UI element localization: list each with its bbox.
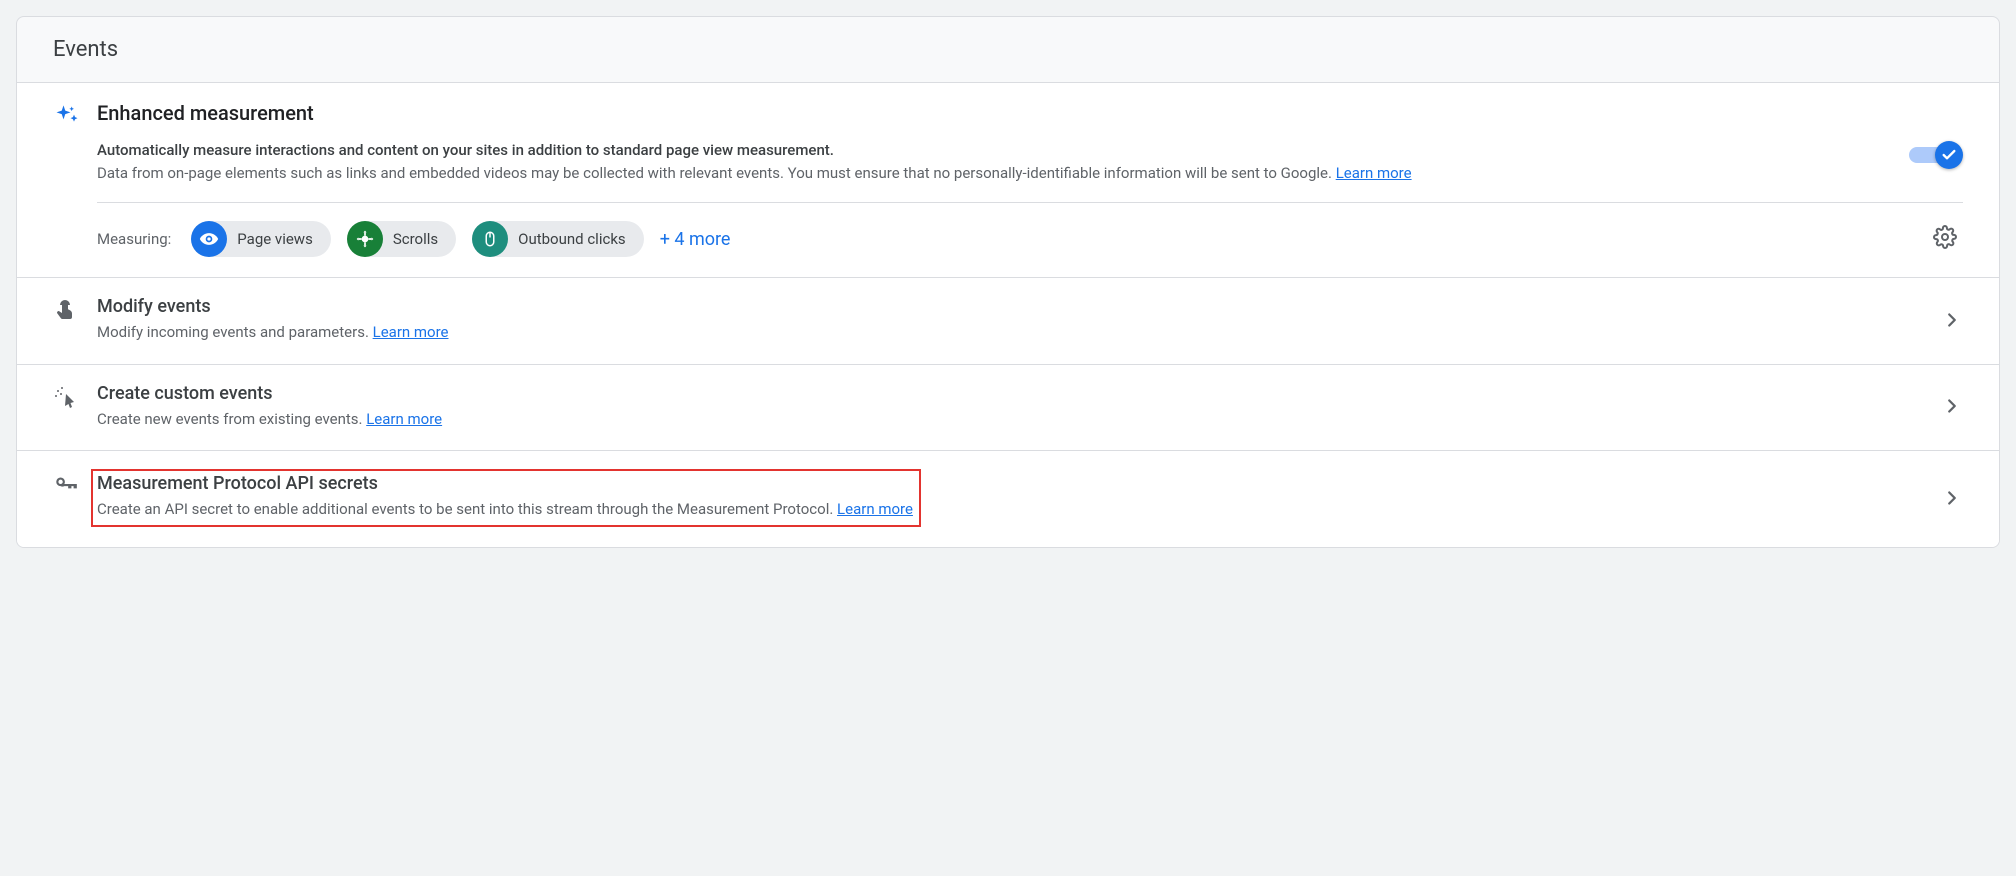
row-measurement-protocol-api-secrets[interactable]: Measurement Protocol API secrets Create … <box>17 451 1999 547</box>
row-modify-events[interactable]: Modify events Modify incoming events and… <box>17 278 1999 365</box>
gear-icon <box>1933 225 1957 249</box>
enhanced-description: Automatically measure interactions and c… <box>97 139 1885 184</box>
highlight-box: Measurement Protocol API secrets Create … <box>91 469 921 527</box>
sparkle-icon <box>53 101 97 131</box>
mouse-icon <box>472 221 508 257</box>
learn-more-link[interactable]: Learn more <box>837 500 913 518</box>
enhanced-title: Enhanced measurement <box>97 101 1885 125</box>
touch-icon <box>53 296 97 322</box>
row-title: Measurement Protocol API secrets <box>97 473 913 494</box>
chevron-right-icon <box>1923 487 1963 509</box>
divider <box>97 202 1963 203</box>
scroll-target-icon <box>347 221 383 257</box>
pill-scrolls: Scrolls <box>347 221 456 257</box>
pill-label: Scrolls <box>393 230 438 248</box>
more-events-link[interactable]: + 4 more <box>660 229 731 250</box>
enhanced-body: Enhanced measurement Automatically measu… <box>97 101 1963 257</box>
check-icon <box>1935 141 1963 169</box>
row-sub: Create new events from existing events. … <box>97 408 1923 431</box>
row-title: Create custom events <box>97 383 1923 404</box>
measuring-label: Measuring: <box>97 230 171 248</box>
enhanced-learn-more-link[interactable]: Learn more <box>1336 164 1412 182</box>
enhanced-measurement-toggle[interactable] <box>1909 141 1963 169</box>
enhanced-measurement-section: Enhanced measurement Automatically measu… <box>17 83 1999 278</box>
settings-gear-button[interactable] <box>1927 231 1963 259</box>
pill-label: Outbound clicks <box>518 230 626 248</box>
learn-more-link[interactable]: Learn more <box>366 410 442 428</box>
card-title: Events <box>53 37 1963 62</box>
chevron-right-icon <box>1923 395 1963 417</box>
cursor-sparkle-icon <box>53 383 97 409</box>
events-card: Events Enhanced measurement Automaticall… <box>16 16 2000 548</box>
pill-page-views: Page views <box>191 221 331 257</box>
card-header: Events <box>17 17 1999 83</box>
eye-icon <box>191 221 227 257</box>
row-sub: Modify incoming events and parameters. L… <box>97 321 1923 344</box>
pill-label: Page views <box>237 230 313 248</box>
chevron-right-icon <box>1923 309 1963 331</box>
pill-outbound-clicks: Outbound clicks <box>472 221 644 257</box>
measuring-row: Measuring: Page views S <box>97 221 1963 257</box>
enhanced-bold-line: Automatically measure interactions and c… <box>97 141 834 159</box>
enhanced-body-text: Data from on-page elements such as links… <box>97 164 1336 182</box>
row-create-custom-events[interactable]: Create custom events Create new events f… <box>17 365 1999 452</box>
learn-more-link[interactable]: Learn more <box>373 323 449 341</box>
row-sub: Create an API secret to enable additiona… <box>97 498 913 521</box>
row-title: Modify events <box>97 296 1923 317</box>
